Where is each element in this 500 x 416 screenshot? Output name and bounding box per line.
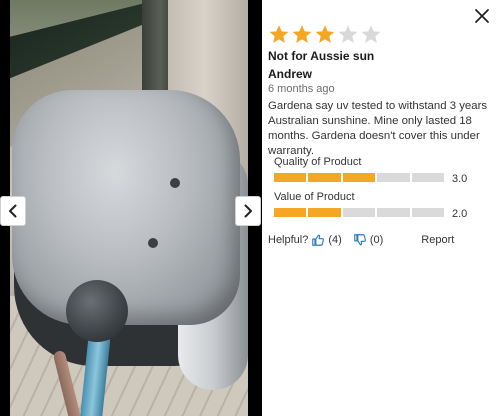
rating-bar-segment (308, 173, 341, 182)
photo-screw (148, 238, 158, 248)
thumbs-down-icon[interactable] (353, 233, 367, 247)
rating-bar-segment (411, 173, 445, 182)
rating-quality-value: 3.0 (452, 173, 468, 185)
photo-screw (170, 178, 180, 188)
star-rating (268, 24, 382, 45)
star-icon (292, 25, 312, 43)
review-panel: Not for Aussie sun Andrew 6 months ago G… (262, 0, 500, 416)
review-author: Andrew (268, 67, 313, 81)
review-body: Gardena say uv tested to withstand 3 yea… (268, 100, 488, 157)
helpful-up-count: (4) (328, 234, 342, 246)
review-title: Not for Aussie sun (268, 49, 375, 63)
close-icon (475, 9, 489, 23)
rating-value-value: 2.0 (452, 208, 468, 220)
rating-value-label: Value of Product (274, 191, 355, 203)
photo-hose-reel-cover (12, 90, 240, 325)
rating-value-bar (274, 208, 445, 217)
helpful-section: Helpful? (4) (0) Report (268, 233, 454, 247)
rating-quality-bar (274, 173, 445, 182)
rating-bar-segment (342, 208, 376, 217)
rating-bar-segment (377, 173, 410, 182)
rating-quality-label: Quality of Product (274, 156, 362, 168)
rating-bar-segment (342, 173, 376, 182)
rating-value: Value of Product 2.0 (274, 191, 484, 220)
previous-photo-button[interactable] (0, 196, 26, 226)
rating-quality: Quality of Product 3.0 (274, 156, 484, 185)
thumbs-up-icon[interactable] (311, 233, 325, 247)
next-photo-button[interactable] (235, 196, 261, 226)
close-button[interactable] (474, 8, 490, 24)
rating-bar-segment (274, 208, 307, 217)
photo-viewer (0, 0, 262, 416)
star-icon (315, 25, 335, 43)
chevron-right-icon (244, 204, 252, 218)
rating-bar-segment (377, 208, 410, 217)
rating-bar-segment (411, 208, 445, 217)
review-photo (10, 0, 248, 416)
helpful-down-count: (0) (369, 234, 384, 246)
rating-bar-segment (308, 208, 341, 217)
star-icon (361, 25, 381, 43)
star-icon (269, 25, 289, 43)
star-icon (338, 25, 358, 43)
rating-bar-segment (274, 173, 307, 182)
photo-hose-guide-knob (66, 280, 128, 342)
helpful-label: Helpful? (268, 234, 309, 246)
report-link[interactable]: Report (421, 234, 454, 246)
chevron-left-icon (9, 204, 17, 218)
review-date: 6 months ago (268, 83, 335, 95)
